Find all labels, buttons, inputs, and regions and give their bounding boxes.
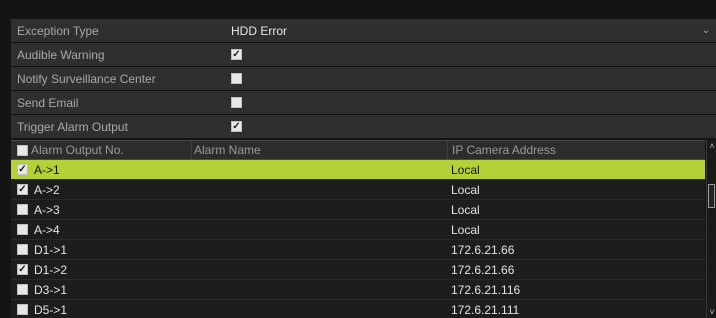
ip-camera-address: 172.6.21.66 <box>451 242 515 257</box>
alarm-name <box>191 300 447 318</box>
table-row[interactable]: D5->1 172.6.21.111 <box>11 300 705 318</box>
alarm-name <box>191 280 447 299</box>
ip-camera-address: 172.6.21.111 <box>451 302 520 317</box>
alarm-name <box>191 180 447 199</box>
send-email-row: Send Email <box>11 91 716 114</box>
column-header-ip-camera-address[interactable]: IP Camera Address <box>447 141 705 159</box>
ip-camera-address: 172.6.21.66 <box>451 262 515 277</box>
alarm-name <box>191 200 447 219</box>
table-row[interactable]: D1->1 172.6.21.66 <box>11 240 705 260</box>
row-checkbox[interactable] <box>17 284 28 295</box>
table-row[interactable]: A->1 Local <box>11 160 705 180</box>
ip-camera-address: Local <box>451 202 480 217</box>
alarm-output-no: D1->2 <box>34 262 68 277</box>
ip-camera-address: 172.6.21.116 <box>451 282 521 297</box>
row-checkbox[interactable] <box>17 304 28 315</box>
chevron-up-icon[interactable]: ˄ <box>707 140 716 152</box>
alarm-name <box>191 160 447 179</box>
scroll-thumb[interactable] <box>708 184 715 208</box>
notify-center-label: Notify Surveillance Center <box>17 71 156 86</box>
audible-warning-checkbox[interactable] <box>231 49 242 60</box>
table-row[interactable]: D1->2 172.6.21.66 <box>11 260 705 280</box>
audible-warning-row: Audible Warning <box>11 43 716 66</box>
chevron-down-icon: ⌄ <box>701 25 710 36</box>
alarm-output-table: Alarm Output No. Alarm Name IP Camera Ad… <box>11 140 705 318</box>
table-row[interactable]: A->4 Local <box>11 220 705 240</box>
alarm-output-no: A->1 <box>34 162 60 177</box>
alarm-output-no: A->2 <box>34 182 60 197</box>
notify-center-row: Notify Surveillance Center <box>11 67 716 90</box>
trigger-alarm-row: Trigger Alarm Output <box>11 115 716 138</box>
table-body: A->1 Local A->2 Local A->3 Local A->4 Local D1->… <box>11 160 705 318</box>
exception-type-value: HDD Error <box>231 23 287 38</box>
row-checkbox[interactable] <box>17 244 28 255</box>
row-checkbox[interactable] <box>17 164 28 175</box>
exception-settings: Exception Type HDD Error ⌄ Audible Warni… <box>11 19 716 139</box>
trigger-alarm-checkbox[interactable] <box>231 121 242 132</box>
chevron-down-icon[interactable]: ˅ <box>707 306 716 318</box>
alarm-output-no: D5->1 <box>34 302 68 317</box>
trigger-alarm-label: Trigger Alarm Output <box>17 119 128 134</box>
ip-camera-address: Local <box>451 222 480 237</box>
ip-camera-address: Local <box>451 182 480 197</box>
alarm-output-no: D1->1 <box>34 242 68 257</box>
table-row[interactable]: A->3 Local <box>11 200 705 220</box>
column-header-alarm-output-no[interactable]: Alarm Output No. <box>31 143 124 157</box>
audible-warning-label: Audible Warning <box>17 47 105 62</box>
table-row[interactable]: D3->1 172.6.21.116 <box>11 280 705 300</box>
alarm-output-no: A->4 <box>34 222 60 237</box>
table-row[interactable]: A->2 Local <box>11 180 705 200</box>
send-email-label: Send Email <box>17 95 79 110</box>
exception-type-row: Exception Type HDD Error ⌄ <box>11 19 716 42</box>
notify-center-checkbox[interactable] <box>231 73 242 84</box>
row-checkbox[interactable] <box>17 224 28 235</box>
alarm-output-no: D3->1 <box>34 282 68 297</box>
ip-camera-address: Local <box>451 162 480 177</box>
select-all-checkbox[interactable] <box>17 144 28 156</box>
alarm-output-no: A->3 <box>34 202 60 217</box>
alarm-name <box>191 240 447 259</box>
table-header: Alarm Output No. Alarm Name IP Camera Ad… <box>11 140 705 160</box>
exception-type-select[interactable]: HDD Error ⌄ <box>219 24 716 38</box>
column-header-alarm-name[interactable]: Alarm Name <box>191 141 447 159</box>
alarm-name <box>191 260 447 279</box>
table-scrollbar[interactable]: ˄ ˅ <box>706 140 716 318</box>
send-email-checkbox[interactable] <box>231 97 242 108</box>
row-checkbox[interactable] <box>17 264 28 275</box>
alarm-name <box>191 220 447 239</box>
row-checkbox[interactable] <box>17 204 28 215</box>
row-checkbox[interactable] <box>17 184 28 195</box>
exception-type-label: Exception Type <box>17 23 99 38</box>
